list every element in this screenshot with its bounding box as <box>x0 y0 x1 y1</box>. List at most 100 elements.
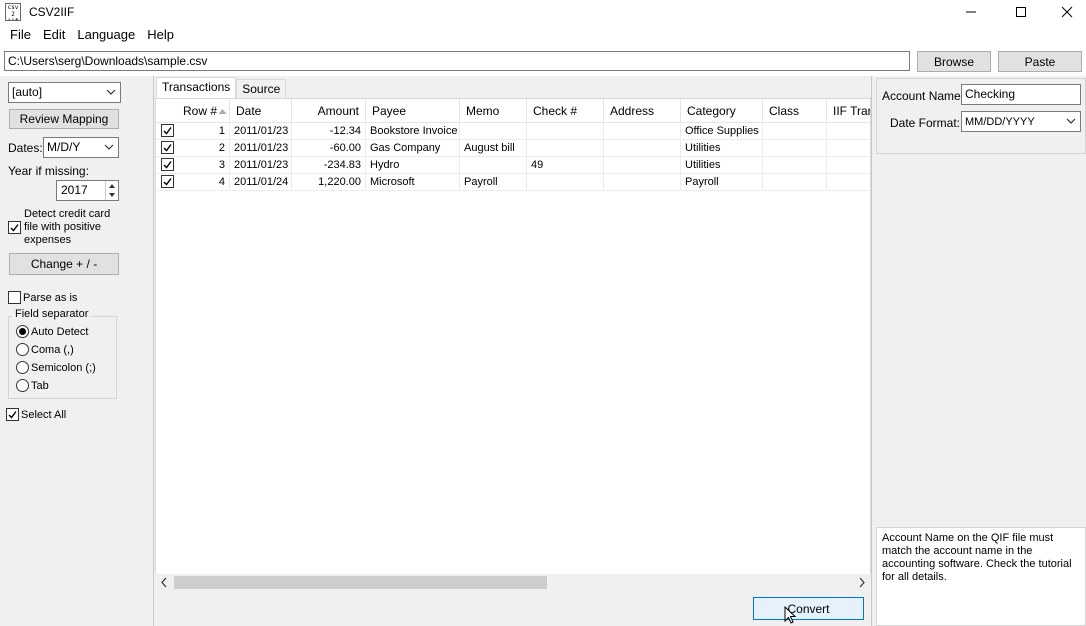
cell-check[interactable]: 49 <box>527 157 604 174</box>
cell-payee[interactable]: Hydro <box>366 157 460 174</box>
row-select-checkbox[interactable] <box>161 175 174 188</box>
cell-class[interactable] <box>763 157 827 174</box>
row-select-checkbox[interactable] <box>161 158 174 171</box>
row-select-checkbox[interactable] <box>161 124 174 137</box>
date-format-select[interactable]: MM/DD/YYYY <box>961 111 1081 132</box>
table-row[interactable]: 4 2011/01/24 1,220.00 Microsoft Payroll Payro… <box>156 174 870 191</box>
tab-transactions[interactable]: Transactions <box>156 77 237 99</box>
cell-memo[interactable] <box>460 157 527 174</box>
scrollbar-thumb[interactable] <box>174 576 547 589</box>
cell-check[interactable] <box>527 174 604 191</box>
cell-amount[interactable]: -234.83 <box>292 157 366 174</box>
row-select-checkbox[interactable] <box>161 141 174 154</box>
close-button[interactable] <box>1044 0 1086 24</box>
cell-check[interactable] <box>527 140 604 157</box>
cell-address[interactable] <box>604 140 681 157</box>
col-header-memo[interactable]: Memo <box>460 99 527 123</box>
cell-row-number[interactable]: 2 <box>156 140 230 157</box>
cell-iif-transaction[interactable] <box>827 123 870 140</box>
radio-coma[interactable] <box>16 343 29 356</box>
cell-iif-transaction[interactable] <box>827 157 870 174</box>
menu-file[interactable]: File <box>4 24 37 46</box>
cell-payee[interactable]: Gas Company <box>366 140 460 157</box>
scroll-right-icon[interactable] <box>856 574 868 591</box>
convert-button[interactable]: Convert <box>753 597 864 624</box>
chevron-down-icon <box>106 89 116 95</box>
field-separator-title: Field separator <box>12 308 92 320</box>
file-path-input[interactable]: C:\Users\serg\Downloads\sample.csv <box>4 51 910 71</box>
radio-semicolon[interactable] <box>16 361 29 374</box>
row-number: 4 <box>218 176 225 188</box>
maximize-button[interactable] <box>998 0 1044 24</box>
cell-date[interactable]: 2011/01/23 <box>230 123 292 140</box>
cell-memo[interactable] <box>460 123 527 140</box>
account-name-input[interactable]: Checking <box>961 84 1081 105</box>
col-header-row[interactable]: Row # <box>156 99 230 123</box>
browse-button[interactable]: Browse <box>917 51 991 72</box>
minimize-button[interactable] <box>948 0 994 24</box>
year-stepper-value: 2017 <box>61 183 88 197</box>
row-number: 2 <box>218 142 225 154</box>
stepper-arrows[interactable] <box>105 181 118 200</box>
cell-amount[interactable]: -60.00 <box>292 140 366 157</box>
cell-category[interactable]: Payroll <box>681 174 763 191</box>
cell-iif-transaction[interactable] <box>827 140 870 157</box>
table-row[interactable]: 3 2011/01/23 -234.83 Hydro 49 Utilities <box>156 157 870 174</box>
cell-address[interactable] <box>604 174 681 191</box>
menu-edit[interactable]: Edit <box>37 24 71 46</box>
cell-address[interactable] <box>604 123 681 140</box>
cell-category[interactable]: Utilities <box>681 140 763 157</box>
review-mapping-button[interactable]: Review Mapping <box>9 109 119 129</box>
cell-class[interactable] <box>763 140 827 157</box>
cell-date[interactable]: 2011/01/23 <box>230 157 292 174</box>
account-settings-group: Account Name: Checking Date Format: MM/D… <box>876 78 1086 154</box>
col-header-category[interactable]: Category <box>681 99 763 123</box>
col-header-address[interactable]: Address <box>604 99 681 123</box>
cell-row-number[interactable]: 3 <box>156 157 230 174</box>
cell-amount[interactable]: 1,220.00 <box>292 174 366 191</box>
scroll-left-icon[interactable] <box>158 574 170 591</box>
cell-amount[interactable]: -12.34 <box>292 123 366 140</box>
cell-address[interactable] <box>604 157 681 174</box>
radio-auto-detect[interactable] <box>16 325 29 338</box>
mapping-select[interactable]: [auto] <box>8 82 121 103</box>
parse-as-is-checkbox[interactable] <box>8 291 21 304</box>
menu-help[interactable]: Help <box>141 24 180 46</box>
cell-row-number[interactable]: 1 <box>156 123 230 140</box>
cell-memo[interactable]: Payroll <box>460 174 527 191</box>
year-missing-label: Year if missing: <box>8 164 89 178</box>
col-header-class[interactable]: Class <box>763 99 827 123</box>
radio-tab[interactable] <box>16 379 29 392</box>
cell-date[interactable]: 2011/01/24 <box>230 174 292 191</box>
cell-class[interactable] <box>763 123 827 140</box>
year-stepper[interactable]: 2017 <box>56 180 119 201</box>
change-sign-button[interactable]: Change + / - <box>9 253 119 275</box>
cell-row-number[interactable]: 4 <box>156 174 230 191</box>
cell-category[interactable]: Utilities <box>681 157 763 174</box>
cell-category[interactable]: Office Supplies <box>681 123 763 140</box>
table-row[interactable]: 1 2011/01/23 -12.34 Bookstore Invoice Office… <box>156 123 870 140</box>
cell-memo[interactable]: August bill <box>460 140 527 157</box>
cell-iif-transaction[interactable] <box>827 174 870 191</box>
minimize-icon <box>966 11 976 13</box>
col-header-row-label: Row # <box>182 104 217 118</box>
cell-payee[interactable]: Bookstore Invoice <box>366 123 460 140</box>
col-header-payee[interactable]: Payee <box>366 99 460 123</box>
paste-button[interactable]: Paste <box>998 51 1082 72</box>
dates-select[interactable]: M/D/Y <box>43 137 119 158</box>
menu-language[interactable]: Language <box>71 24 141 46</box>
detect-credit-card-checkbox[interactable] <box>8 221 21 234</box>
account-name-label: Account Name: <box>882 89 965 103</box>
cell-date[interactable]: 2011/01/23 <box>230 140 292 157</box>
cell-class[interactable] <box>763 174 827 191</box>
col-header-iif-transaction[interactable]: IIF Trar <box>827 99 870 123</box>
table-row[interactable]: 2 2011/01/23 -60.00 Gas Company August bill U… <box>156 140 870 157</box>
horizontal-scrollbar[interactable] <box>155 574 871 591</box>
tab-source[interactable]: Source <box>236 79 287 100</box>
select-all-checkbox[interactable] <box>6 408 19 421</box>
col-header-amount[interactable]: Amount <box>292 99 366 123</box>
col-header-check[interactable]: Check # <box>527 99 604 123</box>
cell-payee[interactable]: Microsoft <box>366 174 460 191</box>
col-header-date[interactable]: Date <box>230 99 292 123</box>
cell-check[interactable] <box>527 123 604 140</box>
